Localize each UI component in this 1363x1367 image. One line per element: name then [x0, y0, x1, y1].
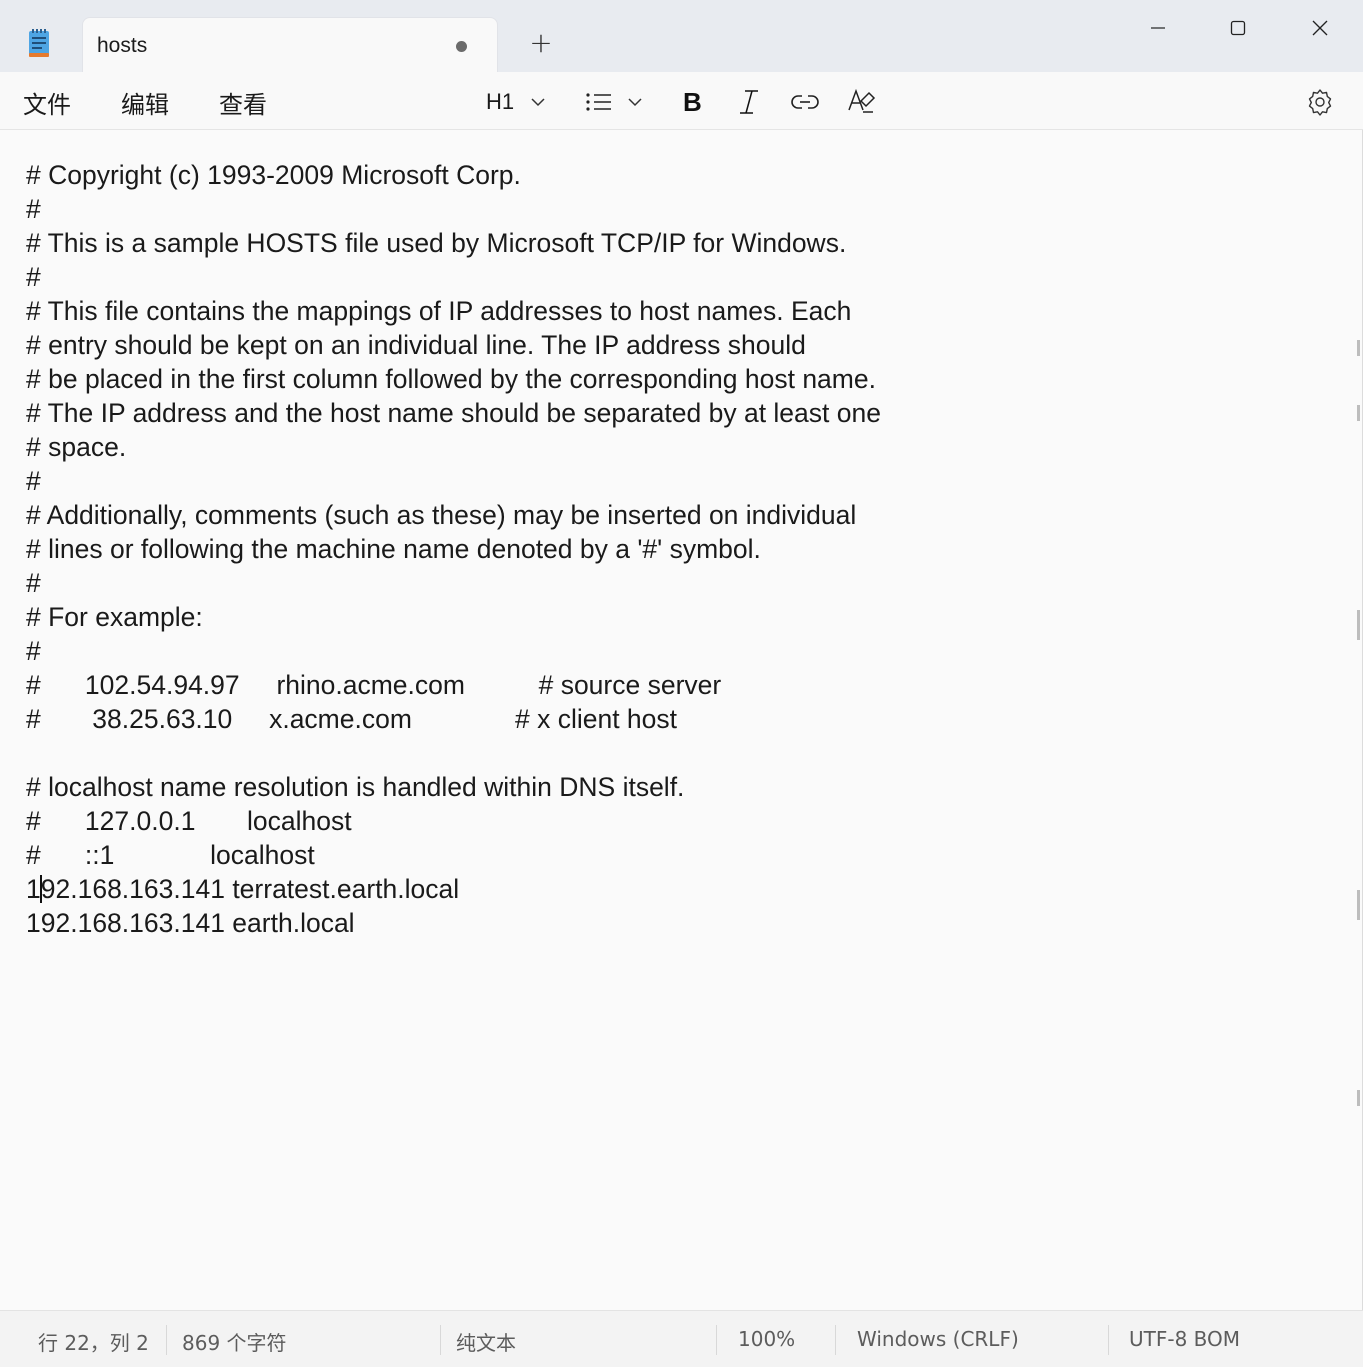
close-button[interactable] [1290, 8, 1350, 48]
scroll-marker [1357, 890, 1360, 920]
tab-hosts[interactable]: hosts [82, 17, 498, 73]
heading-dropdown[interactable]: H1 [486, 86, 546, 118]
editor-line[interactable] [26, 736, 881, 770]
unsaved-dot-icon[interactable] [456, 41, 467, 52]
italic-button[interactable] [737, 86, 761, 118]
character-count: 869 个字符 [182, 1331, 287, 1355]
list-dropdown[interactable] [585, 86, 643, 118]
maximize-icon [1230, 20, 1246, 36]
editor-line[interactable]: # [26, 634, 881, 668]
settings-button[interactable] [1306, 86, 1334, 118]
status-divider [835, 1325, 836, 1355]
chevron-down-icon [531, 98, 545, 107]
chevron-down-icon [628, 98, 642, 107]
minimize-icon [1151, 27, 1165, 29]
link-button[interactable] [791, 86, 819, 118]
editor-line[interactable]: # localhost name resolution is handled w… [26, 770, 881, 804]
editor-line[interactable]: # be placed in the first column followed… [26, 362, 881, 396]
minimize-button[interactable] [1128, 8, 1188, 48]
editor-line[interactable]: # This is a sample HOSTS file used by Mi… [26, 226, 881, 260]
status-divider [440, 1325, 441, 1355]
editor-line[interactable]: # For example: [26, 600, 881, 634]
new-tab-button[interactable]: + [523, 25, 559, 61]
tab-title: hosts [97, 34, 148, 57]
close-icon [1312, 20, 1328, 36]
editor-line[interactable]: # This file contains the mappings of IP … [26, 294, 881, 328]
status-bar: 行 22，列 2 869 个字符 纯文本 100% Windows (CRLF)… [0, 1310, 1363, 1367]
editor-line[interactable]: # [26, 464, 881, 498]
menu-edit[interactable]: 编辑 [121, 85, 169, 120]
text-editor[interactable]: # Copyright (c) 1993-2009 Microsoft Corp… [0, 130, 1360, 1310]
editor-line[interactable]: # Additionally, comments (such as these)… [26, 498, 881, 532]
editor-line[interactable]: # [26, 260, 881, 294]
status-divider [1108, 1325, 1109, 1355]
editor-line[interactable]: # 102.54.94.97 rhino.acme.com # source s… [26, 668, 881, 702]
scroll-marker [1357, 405, 1360, 421]
editor-line[interactable]: # [26, 566, 881, 600]
heading-label: H1 [486, 89, 515, 114]
editor-line[interactable]: # lines or following the machine name de… [26, 532, 881, 566]
bold-icon: B [683, 89, 702, 115]
editor-line[interactable]: # entry should be kept on an individual … [26, 328, 881, 362]
editor-line[interactable]: # space. [26, 430, 881, 464]
notepad-window: hosts + 文件 编辑 查看 H1 B # Copyright (c) 19… [0, 0, 1363, 1367]
editor-line[interactable]: # Copyright (c) 1993-2009 Microsoft Corp… [26, 158, 881, 192]
link-icon [791, 95, 819, 109]
clear-formatting-button[interactable] [847, 86, 877, 118]
status-divider [166, 1325, 167, 1355]
notepad-app-icon [28, 28, 50, 58]
line-ending[interactable]: Windows (CRLF) [857, 1327, 1019, 1351]
svg-text:B: B [683, 89, 702, 115]
toolbar: 文件 编辑 查看 H1 B [0, 72, 1363, 130]
scroll-marker [1357, 610, 1360, 640]
settings-icon [1308, 89, 1332, 116]
status-divider [716, 1325, 717, 1355]
italic-icon [740, 90, 758, 114]
menu-file[interactable]: 文件 [23, 85, 71, 120]
editor-line[interactable]: # 127.0.0.1 localhost [26, 804, 881, 838]
maximize-button[interactable] [1208, 8, 1268, 48]
editor-line[interactable]: # 38.25.63.10 x.acme.com # x client host [26, 702, 881, 736]
editor-line[interactable]: 192.168.163.141 terratest.earth.local [26, 872, 881, 906]
editor-content[interactable]: # Copyright (c) 1993-2009 Microsoft Corp… [26, 158, 881, 940]
title-bar: hosts + [0, 0, 1363, 73]
editor-line[interactable]: # [26, 192, 881, 226]
document-format[interactable]: 纯文本 [456, 1327, 516, 1356]
menu-view[interactable]: 查看 [219, 85, 267, 120]
editor-line[interactable]: 192.168.163.141 earth.local [26, 906, 881, 940]
list-icon [586, 93, 611, 111]
cursor-position: 行 22，列 2 [38, 1331, 149, 1355]
editor-line[interactable]: # ::1 localhost [26, 838, 881, 872]
clear-format-icon [848, 88, 876, 113]
encoding[interactable]: UTF-8 BOM [1129, 1327, 1240, 1351]
zoom-level[interactable]: 100% [738, 1327, 795, 1351]
editor-line[interactable]: # The IP address and the host name shoul… [26, 396, 881, 430]
bold-button[interactable]: B [681, 86, 703, 118]
scroll-marker [1357, 1090, 1360, 1106]
scroll-marker [1357, 340, 1360, 356]
